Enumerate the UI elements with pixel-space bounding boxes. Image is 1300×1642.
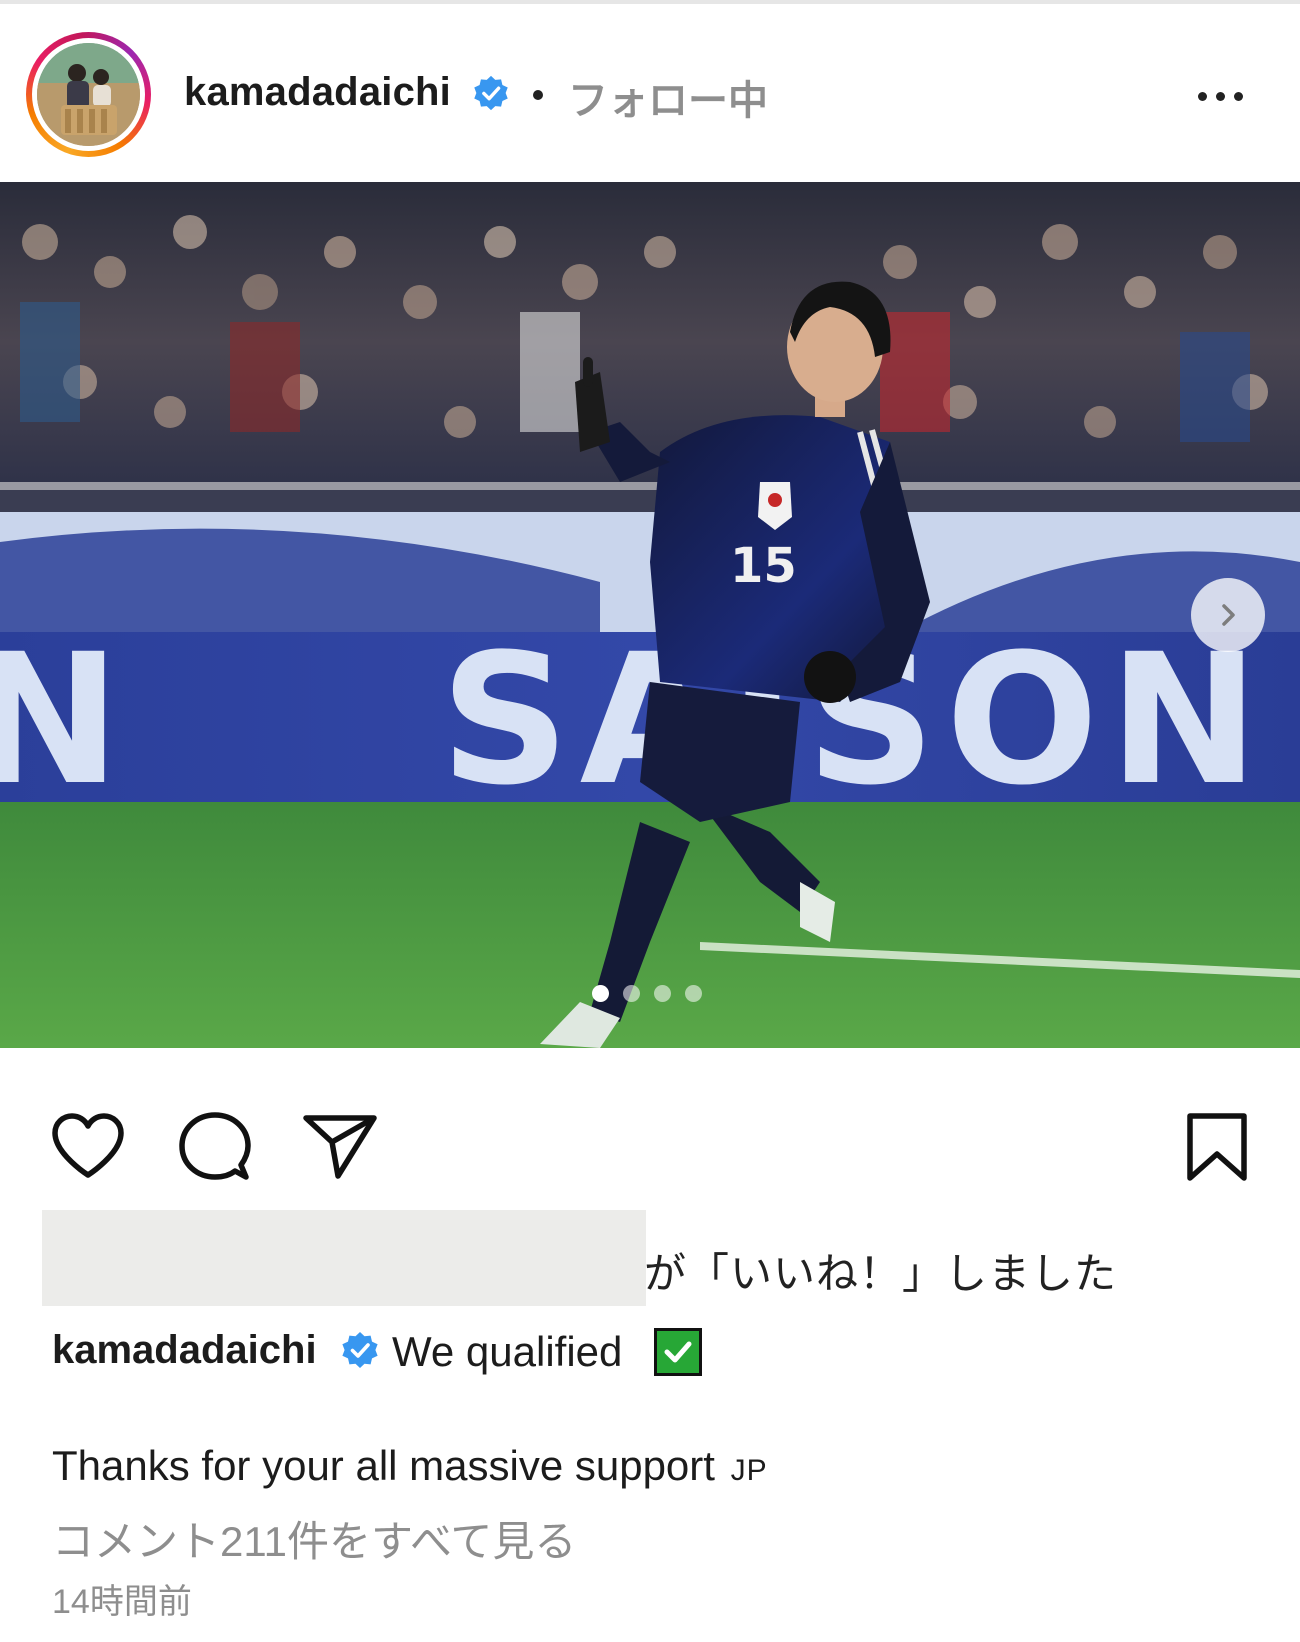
share-icon [303,1115,377,1179]
carousel-dot [685,984,702,1002]
heart-icon [52,1113,124,1178]
next-slide-button[interactable] [1191,578,1265,652]
action-bar [0,1100,1300,1182]
carousel-dot [623,984,640,1002]
carousel-dot [654,984,671,1002]
caption-text: We qualified [392,1328,623,1375]
more-options-icon[interactable] [1190,76,1250,116]
story-ring[interactable] [26,32,151,157]
caption-username[interactable]: kamadadaichi [52,1328,317,1373]
post-username[interactable]: kamadadaichi [184,70,451,115]
following-button[interactable]: フォロー中 [568,68,768,126]
avatar[interactable] [37,43,140,146]
liked-by-redacted [42,1210,646,1306]
post-timestamp: 14時間前 [52,1583,192,1621]
carousel-dot [592,984,609,1002]
caption-line-2-text: Thanks for your all massive support [52,1442,715,1489]
post-image[interactable]: SAISON N 15 [0,182,1300,1048]
separator-dot [533,90,543,100]
chevron-right-icon [1222,604,1235,626]
comment-icon [179,1112,251,1180]
verified-badge-icon [474,75,508,111]
soccer-photo: SAISON N 15 [0,182,1300,1048]
japan-flag-icon: JP [730,1454,768,1487]
post-header: kamadadaichi フォロー中 [0,4,1300,182]
like-button[interactable] [50,1112,126,1180]
save-button[interactable] [1186,1112,1248,1182]
caption-line-2: Thanks for your all massive support JP [52,1442,768,1490]
check-box-icon [654,1328,702,1376]
bookmark-icon [1187,1113,1247,1181]
view-all-comments-link[interactable]: コメント211件をすべて見る [52,1508,576,1569]
svg-text:N: N [0,616,121,825]
carousel-indicator [592,984,702,1002]
jersey-number: 15 [730,538,797,594]
share-button[interactable] [302,1112,378,1180]
liked-by-text: が「いいね！」しました [644,1250,1118,1297]
verified-badge-icon [342,1332,378,1368]
comment-button[interactable] [178,1110,252,1184]
